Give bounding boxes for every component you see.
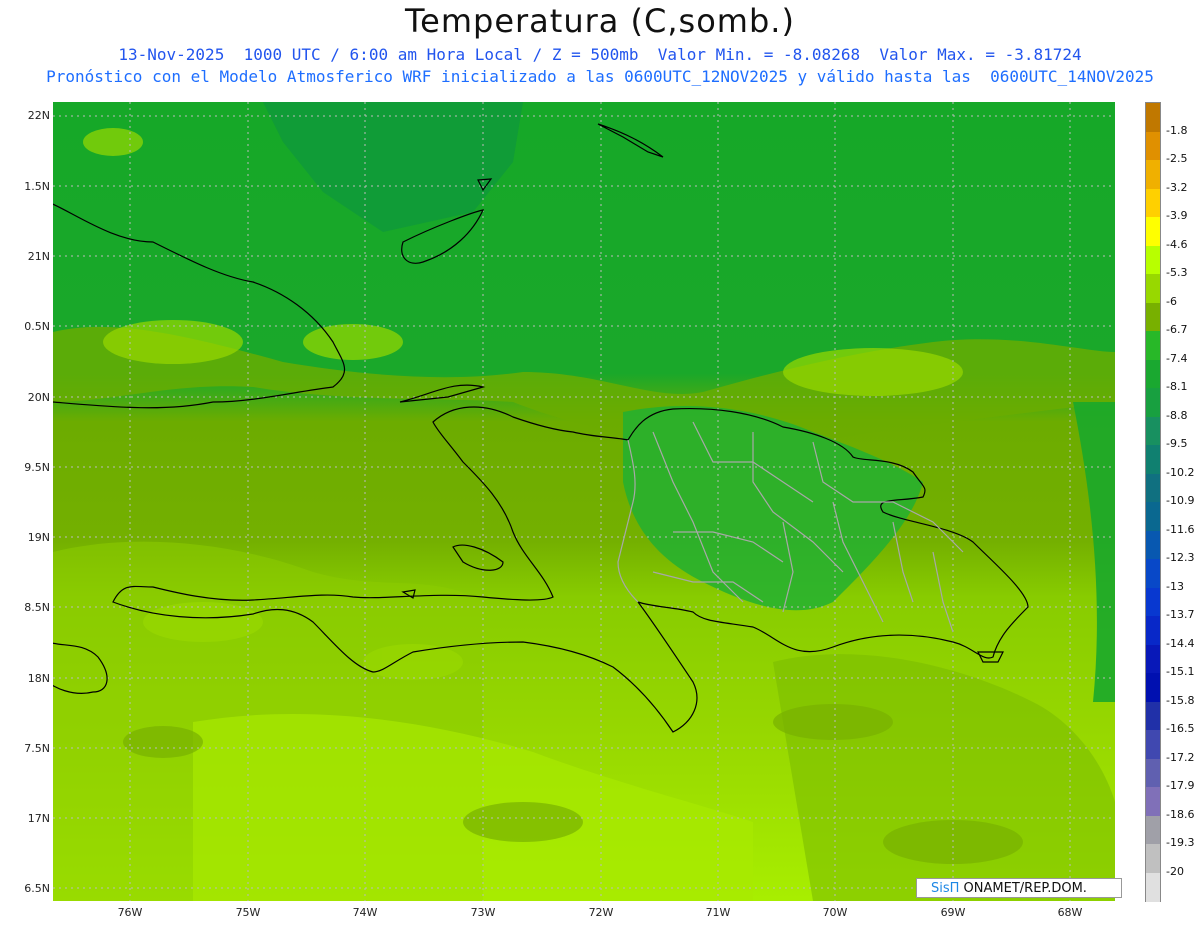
colorbar-swatch xyxy=(1146,616,1160,645)
colorbar-label: -15.8 xyxy=(1166,693,1195,707)
colorbar-label: -20 xyxy=(1166,864,1184,878)
lon-label: 75W xyxy=(235,906,261,919)
lat-label: 20N xyxy=(27,391,50,404)
colorbar-label: -8.1 xyxy=(1166,380,1188,393)
colorbar-swatch xyxy=(1146,103,1160,132)
colorbar-label: -14.4 xyxy=(1166,636,1195,650)
lat-label: 17N xyxy=(27,812,50,825)
lat-label: 9.5N xyxy=(24,461,50,474)
lon-label: 70W xyxy=(822,906,848,919)
lon-label: 71W xyxy=(705,906,731,919)
temperature-map xyxy=(53,102,1115,901)
colorbar-label: -3.2 xyxy=(1166,180,1188,194)
colorbar-label: -4.6 xyxy=(1166,237,1188,251)
valid-time-line: 13-Nov-2025 1000 UTC / 6:00 am Hora Loca… xyxy=(118,45,1082,64)
colorbar-swatch xyxy=(1146,245,1160,275)
lat-label: 21N xyxy=(27,250,50,263)
credit-box: SisΠ ONAMET/REP.DOM. xyxy=(916,878,1122,898)
lon-label: 69W xyxy=(940,906,966,919)
lat-label: 19N xyxy=(27,531,50,544)
colorbar-label: -11.6 xyxy=(1166,522,1195,536)
colorbar-swatch xyxy=(1146,359,1160,389)
colorbar-swatch xyxy=(1146,844,1160,873)
colorbar-label: -17.2 xyxy=(1166,750,1195,764)
lat-label: 7.5N xyxy=(24,742,50,755)
colorbar-label: -5.3 xyxy=(1166,266,1188,279)
lat-label: 18N xyxy=(27,672,50,685)
colorbar-swatch xyxy=(1146,673,1160,702)
sispi-logo: SisΠ xyxy=(931,881,960,896)
colorbar-label: -10.9 xyxy=(1166,494,1195,507)
colorbar-label: -2.5 xyxy=(1166,152,1188,165)
lat-label: 22N xyxy=(27,109,50,122)
colorbar-label: -17.9 xyxy=(1166,779,1195,792)
lon-label: 74W xyxy=(352,906,378,919)
colorbar-label: -12.3 xyxy=(1166,551,1195,564)
colorbar-swatch xyxy=(1146,701,1160,731)
colorbar-label: -19.3 xyxy=(1166,836,1195,849)
colorbar-swatch xyxy=(1146,530,1160,560)
colorbar-label: -8.8 xyxy=(1166,408,1188,422)
colorbar-label: -9.5 xyxy=(1166,437,1188,450)
lat-label: 6.5N xyxy=(24,882,50,895)
lat-label: 0.5N xyxy=(24,320,50,333)
colorbar-swatch xyxy=(1146,274,1160,303)
colorbar xyxy=(1145,102,1161,902)
lon-label: 76W xyxy=(117,906,143,919)
colorbar-swatch xyxy=(1146,302,1160,332)
colorbar-swatch xyxy=(1146,416,1160,446)
credit-text: ONAMET/REP.DOM. xyxy=(959,881,1087,896)
colorbar-swatch xyxy=(1146,502,1160,531)
colorbar-swatch xyxy=(1146,758,1160,788)
colorbar-swatch xyxy=(1146,217,1160,246)
colorbar-swatch xyxy=(1146,730,1160,759)
colorbar-swatch xyxy=(1146,331,1160,360)
lon-label: 73W xyxy=(470,906,496,919)
colorbar-label: -10.2 xyxy=(1166,465,1195,479)
colorbar-label: -13.7 xyxy=(1166,608,1195,621)
colorbar-label: -3.9 xyxy=(1166,209,1188,222)
colorbar-swatch xyxy=(1146,445,1160,474)
colorbar-swatch xyxy=(1146,587,1160,617)
colorbar-swatch xyxy=(1146,188,1160,218)
lon-label: 68W xyxy=(1057,906,1083,919)
colorbar-label: -1.8 xyxy=(1166,123,1188,137)
colorbar-swatch xyxy=(1146,559,1160,588)
colorbar-swatch xyxy=(1146,388,1160,417)
colorbar-swatch xyxy=(1146,872,1160,902)
colorbar-swatch xyxy=(1146,473,1160,503)
map-title: Temperatura (C,somb.) xyxy=(405,2,795,40)
colorbar-label: -16.5 xyxy=(1166,722,1195,735)
model-info-line: Pronóstico con el Modelo Atmosferico WRF… xyxy=(46,67,1154,86)
colorbar-swatch xyxy=(1146,160,1160,189)
colorbar-label: -13 xyxy=(1166,579,1184,593)
lon-label: 72W xyxy=(588,906,614,919)
colorbar-swatch xyxy=(1146,815,1160,845)
colorbar-label: -15.1 xyxy=(1166,665,1195,678)
lat-label: 8.5N xyxy=(24,601,50,614)
colorbar-label: -6 xyxy=(1166,294,1177,308)
colorbar-label: -6.7 xyxy=(1166,323,1188,336)
colorbar-swatch xyxy=(1146,787,1160,816)
colorbar-label: -7.4 xyxy=(1166,351,1188,365)
lat-label: 1.5N xyxy=(24,180,50,193)
colorbar-label: -18.6 xyxy=(1166,807,1195,821)
colorbar-swatch xyxy=(1146,644,1160,674)
colorbar-swatch xyxy=(1146,131,1160,161)
